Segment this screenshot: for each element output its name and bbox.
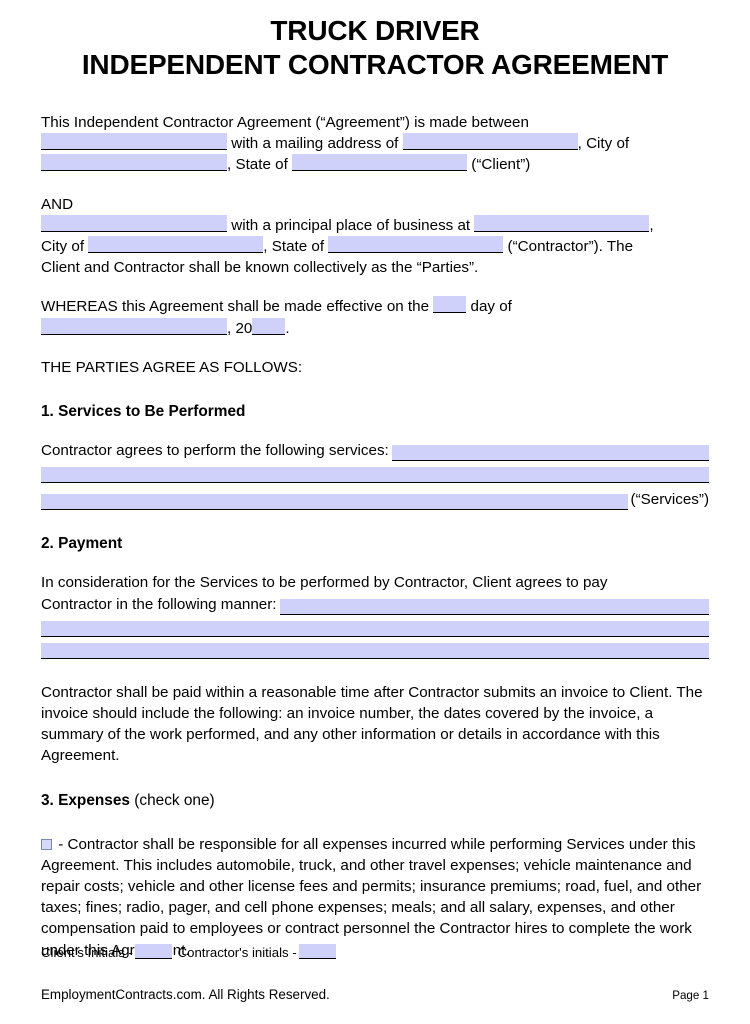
section-expenses-check-one-label: (check one) [134, 791, 215, 809]
section-heading-services: 1. Services to Be Performed [41, 403, 246, 421]
services-designation-label: (“Services”) [630, 491, 709, 509]
client-city-label: , City of [577, 135, 630, 153]
contractor-city-label: City of [41, 238, 85, 256]
and-comma: , [649, 216, 654, 234]
client-state-field[interactable] [292, 154, 468, 172]
services-description-field-1[interactable] [391, 445, 709, 462]
expenses-option-paragraph: - Contractor shall be responsible for al… [41, 834, 709, 961]
client-city-field[interactable] [41, 154, 227, 172]
contractor-state-field[interactable] [328, 236, 504, 254]
client-name-field[interactable] [41, 133, 227, 151]
intro-lead-text: This Independent Contractor Agreement (“… [41, 114, 529, 131]
intro-paragraph: This Independent Contractor Agreement (“… [41, 112, 709, 176]
initials-row: Client's Initials - Contractor's initial… [41, 944, 338, 962]
invoice-paragraph: Contractor shall be paid within a reason… [41, 683, 703, 765]
client-mailing-address-field[interactable] [402, 133, 578, 151]
services-description-field-2[interactable] [41, 467, 709, 484]
client-designation-label: (“Client”) [471, 156, 531, 174]
title-line-2: INDEPENDENT CONTRACTOR AGREEMENT [81, 49, 669, 80]
contractor-state-label: , State of [263, 238, 325, 256]
section-heading-payment: 2. Payment [41, 535, 123, 553]
payment-input-stack [41, 620, 709, 659]
contractor-name-field[interactable] [41, 214, 227, 232]
and-paragraph: AND with a principal place of business a… [41, 194, 709, 279]
contractor-city-field[interactable] [88, 236, 264, 254]
document-page: TRUCK DRIVER INDEPENDENT CONTRACTOR AGRE… [0, 0, 750, 1024]
payment-input-row-1: Contractor in the following manner: [41, 594, 709, 615]
payment-manner-field-1[interactable] [279, 598, 709, 615]
payment-lead-line-1: In consideration for the Services to be … [41, 574, 608, 592]
client-initials-field[interactable] [134, 944, 172, 959]
whereas-lead-text: WHEREAS this Agreement shall be made eff… [41, 298, 430, 316]
payment-manner-field-3[interactable] [41, 642, 709, 659]
effective-day-field[interactable] [433, 296, 467, 314]
document-body: This Independent Contractor Agreement (“… [41, 112, 709, 961]
expenses-option-text: - Contractor shall be responsible for al… [41, 835, 702, 959]
client-state-label: , State of [227, 156, 288, 174]
contractor-initials-field[interactable] [298, 944, 336, 959]
services-input-stack [41, 467, 709, 484]
and-keyword: AND [41, 195, 74, 213]
section-expenses-number-title: 3. Expenses [41, 791, 130, 809]
contractor-designation-label: (“Contractor”). The [507, 238, 634, 256]
business-address-label: with a principal place of business at [231, 216, 471, 234]
page-footer: EmploymentContracts.com. All Rights Rese… [41, 986, 709, 1005]
title-line-1: TRUCK DRIVER [270, 15, 480, 46]
services-input-row-1: Contractor agrees to perform the followi… [41, 440, 709, 462]
parties-agree-header: THE PARTIES AGREE AS FOLLOWS: [41, 358, 303, 376]
services-input-row-3: (“Services”) [41, 489, 709, 511]
payment-manner-field-2[interactable] [41, 620, 709, 637]
effective-year-field[interactable] [252, 317, 286, 335]
services-lead-label: Contractor agrees to perform the followi… [41, 442, 389, 460]
client-initials-label: Client's Initials - [41, 945, 133, 960]
services-description-field-3[interactable] [41, 494, 628, 511]
whereas-paragraph: WHEREAS this Agreement shall be made eff… [41, 296, 709, 338]
mailing-address-label: with a mailing address of [231, 135, 399, 153]
copyright-notice: EmploymentContracts.com. All Rights Rese… [41, 987, 330, 1002]
year-prefix-label: , 20 [227, 319, 253, 337]
expenses-checkbox[interactable] [41, 838, 52, 850]
effective-month-field[interactable] [41, 317, 227, 335]
whereas-day-label: day of [470, 298, 512, 316]
section-heading-expenses: 3. Expenses (check one) [41, 790, 709, 811]
whereas-period: . [285, 319, 290, 337]
page-number: Page 1 [672, 989, 709, 1002]
page-title: TRUCK DRIVER INDEPENDENT CONTRACTOR AGRE… [10, 0, 740, 82]
contractor-initials-label: Contractor's initials - [177, 945, 297, 960]
contractor-business-address-field[interactable] [474, 214, 650, 232]
payment-lead-line-2: Contractor in the following manner: [41, 595, 277, 613]
parties-sentence: Client and Contractor shall be known col… [41, 259, 479, 277]
